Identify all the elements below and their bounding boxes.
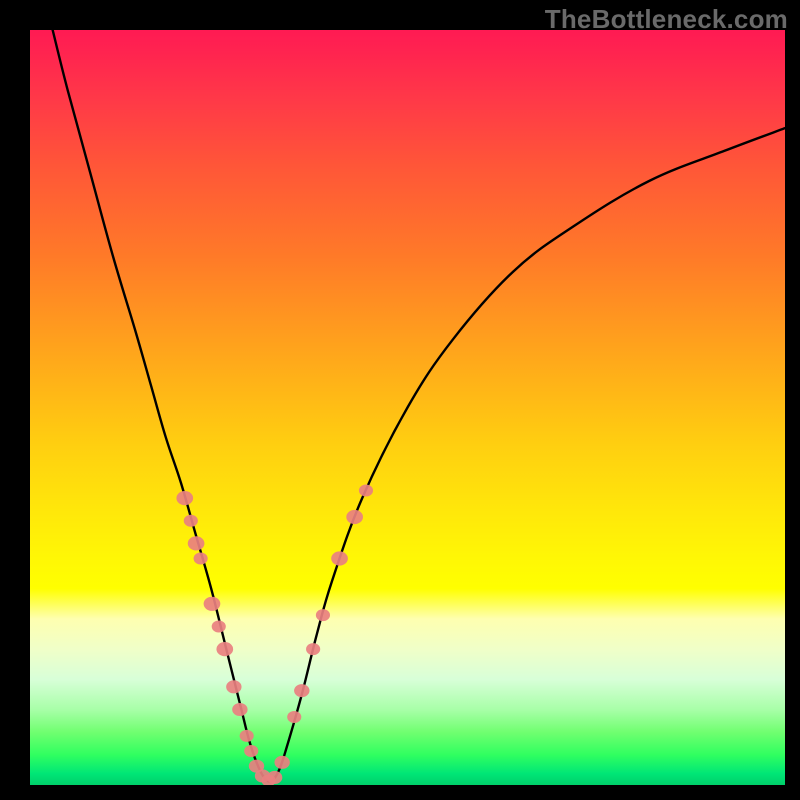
marker-dot [274, 756, 289, 769]
marker-dot [287, 711, 301, 723]
bottleneck-curve [53, 30, 785, 782]
curve-markers [176, 485, 373, 785]
marker-dot [184, 515, 198, 527]
marker-dot [216, 642, 233, 656]
plot-area [30, 30, 785, 785]
marker-dot [240, 730, 254, 742]
curve-svg [30, 30, 785, 785]
marker-dot [346, 510, 363, 524]
marker-dot [359, 485, 373, 497]
marker-dot [294, 684, 309, 697]
marker-dot [226, 680, 241, 693]
marker-dot [244, 745, 258, 757]
marker-dot [204, 597, 221, 611]
marker-dot [331, 551, 348, 565]
marker-dot [306, 643, 320, 655]
marker-dot [194, 553, 208, 565]
outer-frame: TheBottleneck.com [0, 0, 800, 800]
marker-dot [232, 703, 247, 716]
marker-dot [176, 491, 193, 505]
marker-dot [188, 536, 205, 550]
marker-dot [316, 609, 330, 621]
marker-dot [212, 620, 226, 632]
marker-dot [267, 771, 282, 784]
